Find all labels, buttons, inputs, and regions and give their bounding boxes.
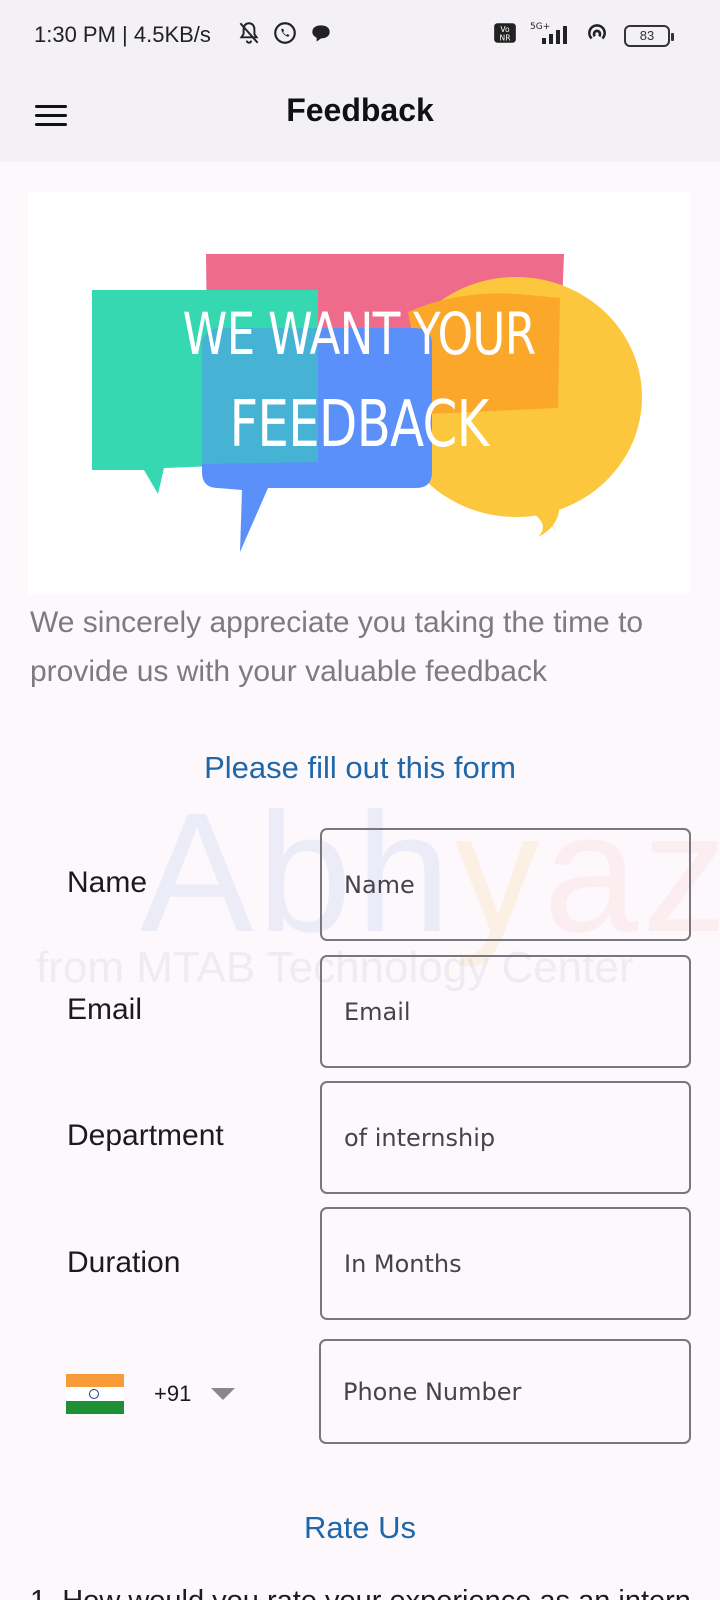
app-bar: Feedback <box>0 72 720 162</box>
duration-field[interactable] <box>320 1207 691 1320</box>
department-input[interactable] <box>322 1083 689 1192</box>
name-input[interactable] <box>322 830 689 939</box>
chevron-down-icon <box>211 1388 236 1400</box>
whatsapp-icon <box>274 22 296 44</box>
email-label: Email <box>67 993 143 1026</box>
svg-text:5G+: 5G+ <box>530 22 550 32</box>
notification-icons <box>236 20 334 46</box>
intro-text: We sincerely appreciate you taking the t… <box>30 606 644 688</box>
form-heading: Please fill out this form <box>204 750 516 785</box>
india-flag-icon <box>66 1374 124 1414</box>
chat-icon <box>312 25 330 42</box>
rating-question-1: 1. How would you rate your experience as… <box>30 1585 691 1600</box>
banner-line-1: WE WANT YOUR <box>182 300 536 368</box>
hotspot-icon <box>588 24 606 40</box>
banner-line-2: FEEDBACK <box>229 388 489 462</box>
feedback-banner-image: WE WANT YOUR FEEDBACK <box>28 192 690 594</box>
svg-text:Vo: Vo <box>500 25 510 34</box>
signal-icon: 5G+ <box>530 22 567 44</box>
department-label: Department <box>67 1119 224 1152</box>
email-input[interactable] <box>322 957 689 1066</box>
name-label: Name <box>67 866 148 899</box>
svg-text:NR: NR <box>500 34 512 43</box>
page-title: Feedback <box>286 92 434 128</box>
duration-input[interactable] <box>322 1209 689 1318</box>
status-bar: 1:30 PM | 4.5KB/s Vo NR 5G+ 83 <box>0 0 720 72</box>
rate-us-heading: Rate Us <box>304 1510 416 1545</box>
email-field[interactable] <box>320 955 691 1068</box>
volte-icon: VoNR <box>494 23 516 43</box>
phone-number-input[interactable] <box>321 1341 689 1442</box>
status-time: 1:30 PM | 4.5KB/s <box>34 22 211 47</box>
country-code-selector[interactable]: +91 <box>66 1372 256 1416</box>
battery-indicator: 83 <box>624 25 674 47</box>
duration-label: Duration <box>67 1246 181 1279</box>
dial-code: +91 <box>154 1381 192 1406</box>
department-field[interactable] <box>320 1081 691 1194</box>
name-field[interactable] <box>320 828 691 941</box>
system-icons: Vo NR 5G+ <box>492 20 610 46</box>
bell-off-icon <box>239 22 259 44</box>
phone-number-field[interactable] <box>319 1339 691 1444</box>
